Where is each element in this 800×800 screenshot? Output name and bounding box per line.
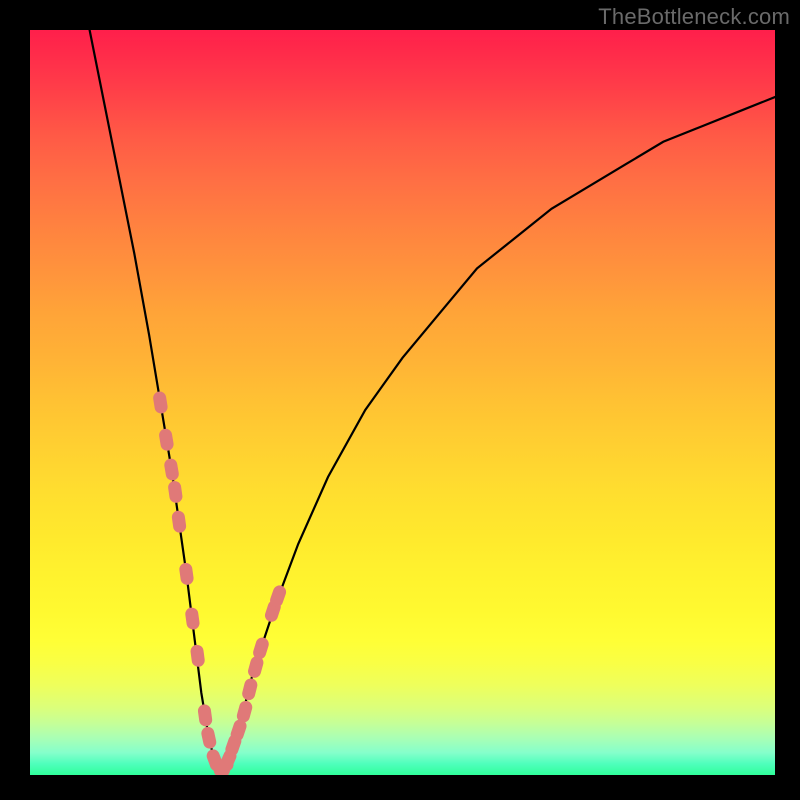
marker-point bbox=[163, 458, 180, 482]
marker-point bbox=[200, 726, 217, 750]
marker-group bbox=[152, 391, 288, 775]
marker-point bbox=[190, 644, 206, 668]
marker-point bbox=[171, 510, 187, 534]
marker-point bbox=[167, 480, 183, 504]
marker-point bbox=[158, 428, 174, 452]
chart-svg bbox=[30, 30, 775, 775]
marker-point bbox=[178, 562, 194, 586]
chart-area bbox=[30, 30, 775, 775]
marker-point bbox=[197, 704, 213, 728]
watermark-text: TheBottleneck.com bbox=[598, 4, 790, 30]
marker-point bbox=[152, 391, 168, 415]
marker-point bbox=[184, 607, 200, 631]
outer-frame: TheBottleneck.com bbox=[0, 0, 800, 800]
marker-point bbox=[241, 677, 259, 701]
